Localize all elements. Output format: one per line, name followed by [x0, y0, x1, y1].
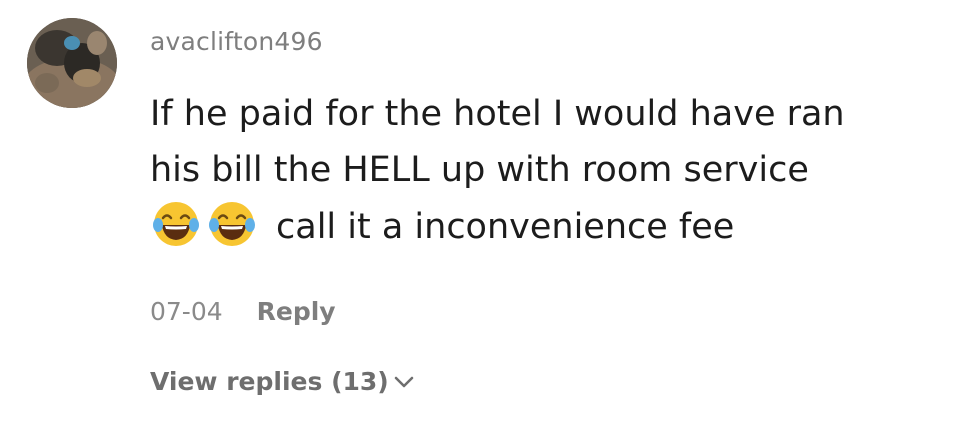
- view-replies-label: View replies (13): [150, 367, 389, 396]
- view-replies-button[interactable]: View replies (13): [150, 366, 415, 398]
- comment-text-segment: call it a inconvenience fee: [276, 207, 735, 247]
- comment-text: If he paid for the hotel I would have ra…: [150, 86, 965, 254]
- username[interactable]: avaclifton496: [150, 26, 323, 58]
- reply-button[interactable]: Reply: [257, 297, 336, 326]
- comment-text-line: call it a inconvenience fee: [150, 198, 965, 254]
- comment-meta: 07-04 Reply: [150, 296, 336, 328]
- chevron-down-icon: [394, 376, 413, 388]
- avatar[interactable]: [27, 18, 117, 108]
- comment-item: avaclifton496 If he paid for the hotel I…: [0, 0, 980, 421]
- comment-date: 07-04: [150, 297, 223, 326]
- laughing-tears-emoji-icon: [150, 198, 202, 250]
- comment-text-line: If he paid for the hotel I would have ra…: [150, 94, 845, 134]
- comment-text-line: his bill the HELL up with room service: [150, 150, 809, 190]
- avatar-image: [27, 18, 117, 108]
- laughing-tears-emoji-icon: [206, 198, 258, 250]
